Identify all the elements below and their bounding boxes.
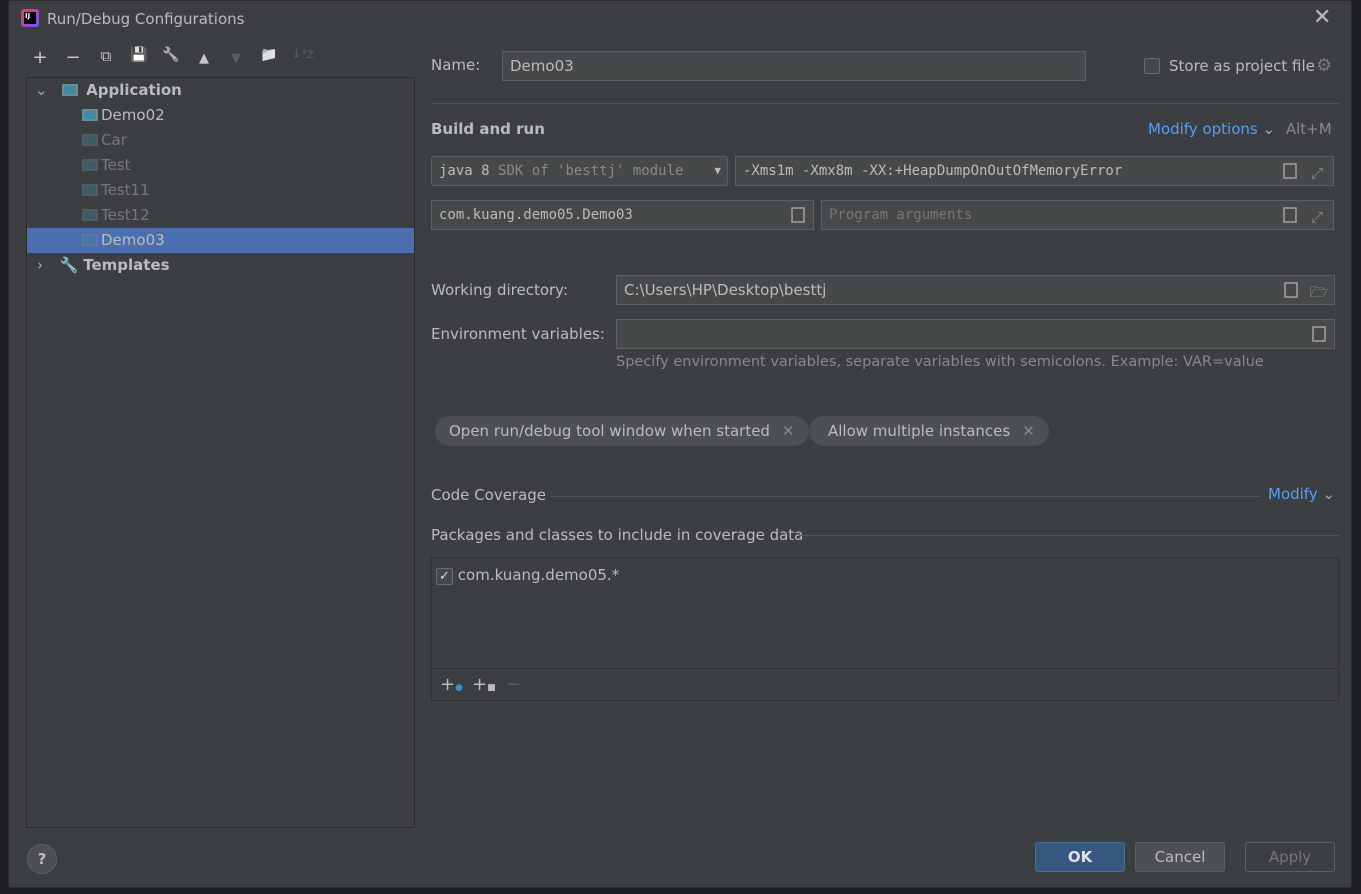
application-config-icon — [82, 134, 98, 146]
application-config-icon — [82, 234, 98, 246]
document-icon[interactable] — [1284, 282, 1298, 298]
close-icon[interactable]: ✕ — [1313, 5, 1331, 30]
remove-package-icon[interactable]: − — [506, 674, 521, 695]
document-icon[interactable] — [1283, 207, 1297, 223]
ok-button[interactable]: OK — [1035, 842, 1125, 872]
wrench-icon: 🔧 — [59, 256, 79, 274]
tree-item-label: Demo02 — [101, 106, 165, 124]
divider — [431, 103, 1339, 104]
vm-options-input[interactable]: -Xms1m -Xmx8m -XX:+HeapDumpOnOutOfMemory… — [735, 156, 1334, 186]
chip-allow-multiple-instances[interactable]: Allow multiple instances ✕ — [809, 416, 1049, 446]
tree-node-label: Application — [86, 81, 182, 99]
modify-options-link[interactable]: Modify options ⌄ Alt+M — [1148, 120, 1332, 138]
add-class-icon[interactable]: +■ — [472, 674, 496, 695]
tree-item-label: Test — [101, 156, 131, 174]
intellij-logo-icon: IJ — [21, 9, 39, 27]
expand-icon[interactable]: ⤢ — [1311, 203, 1323, 231]
copy-icon[interactable]: ⧉ — [95, 47, 117, 65]
move-down-icon[interactable]: ▼ — [225, 51, 247, 66]
dialog-title: Run/Debug Configurations — [47, 10, 245, 28]
application-config-icon — [82, 159, 98, 171]
tree-item-test11[interactable]: Test11 — [27, 178, 414, 203]
list-item[interactable]: ✓ com.kuang.demo05.* — [436, 566, 619, 585]
run-debug-dialog: IJ Run/Debug Configurations ✕ + − ⧉ 💾 🔧 … — [8, 0, 1352, 888]
tree-node-templates[interactable]: › 🔧 Templates — [27, 253, 414, 278]
move-up-icon[interactable]: ▲ — [193, 51, 215, 66]
environment-hint: Specify environment variables, separate … — [616, 354, 1264, 370]
divider — [799, 535, 1339, 536]
application-config-icon — [82, 184, 98, 196]
tree-item-car[interactable]: Car — [27, 128, 414, 153]
application-config-icon — [82, 109, 98, 121]
cancel-button[interactable]: Cancel — [1135, 842, 1225, 872]
remove-configuration-button[interactable]: − — [62, 47, 84, 68]
application-icon — [62, 84, 79, 96]
jre-select[interactable]: java 8 SDK of 'besttj' module ▼ — [431, 156, 728, 186]
edit-env-icon[interactable] — [1312, 326, 1326, 342]
environment-variables-input[interactable] — [616, 319, 1335, 349]
divider — [551, 496, 1261, 497]
coverage-modify-link[interactable]: Modify ⌄ — [1268, 485, 1335, 503]
environment-variables-label: Environment variables: — [431, 325, 605, 343]
browse-class-icon[interactable] — [791, 207, 805, 223]
tree-item-test12[interactable]: Test12 — [27, 203, 414, 228]
new-folder-icon[interactable]: 📁 — [258, 47, 280, 63]
working-directory-input[interactable]: C:\Users\HP\Desktop\besttj 🗁 — [616, 275, 1335, 305]
gear-icon[interactable]: ⚙ — [1316, 55, 1332, 76]
store-project-file-checkbox[interactable] — [1144, 58, 1160, 74]
add-package-icon[interactable]: +● — [440, 674, 463, 695]
tree-item-test[interactable]: Test — [27, 153, 414, 178]
remove-chip-icon[interactable]: ✕ — [1022, 422, 1035, 440]
code-coverage-heading: Code Coverage — [431, 486, 547, 504]
help-button[interactable]: ? — [27, 844, 57, 874]
program-arguments-input[interactable]: Program arguments ⤢ — [821, 200, 1334, 230]
save-icon[interactable]: 💾 — [128, 47, 150, 63]
application-config-icon — [82, 209, 98, 221]
add-configuration-button[interactable]: + — [29, 47, 51, 68]
chevron-down-icon[interactable]: ⌄ — [35, 81, 48, 99]
sort-icon[interactable]: ↓ᵃz — [291, 47, 314, 62]
tree-item-label: Demo03 — [101, 231, 165, 249]
expand-icon[interactable]: ⤢ — [1311, 159, 1323, 187]
tree-node-label: Templates — [83, 256, 170, 274]
build-run-heading: Build and run — [431, 120, 545, 138]
tree-item-label: Test11 — [101, 181, 150, 199]
configuration-tree[interactable]: ⌄ Application Demo02 Car Test Test11 Test12 D… — [26, 77, 415, 828]
name-input[interactable]: Demo03 — [502, 51, 1086, 81]
name-label: Name: — [431, 56, 481, 74]
dropdown-arrow-icon: ▼ — [714, 164, 721, 177]
wrench-icon[interactable]: 🔧 — [160, 47, 182, 63]
tree-item-demo03[interactable]: Demo03 — [27, 228, 414, 253]
document-icon[interactable] — [1283, 163, 1297, 179]
tree-item-label: Car — [101, 131, 127, 149]
folder-icon[interactable]: 🗁 — [1309, 278, 1328, 306]
remove-chip-icon[interactable]: ✕ — [782, 422, 795, 440]
chip-open-tool-window[interactable]: Open run/debug tool window when started ✕ — [435, 416, 809, 446]
store-project-file-label: Store as project file — [1169, 57, 1315, 75]
chevron-right-icon[interactable]: › — [37, 256, 43, 274]
apply-button[interactable]: Apply — [1245, 842, 1335, 872]
packages-heading: Packages and classes to include in cover… — [431, 526, 804, 544]
divider — [432, 668, 1338, 669]
main-class-input[interactable]: com.kuang.demo05.Demo03 — [431, 200, 814, 230]
working-directory-label: Working directory: — [431, 281, 569, 299]
package-checkbox[interactable]: ✓ — [436, 568, 453, 585]
tree-item-label: Test12 — [101, 206, 150, 224]
package-label: com.kuang.demo05.* — [457, 566, 620, 584]
packages-list: ✓ com.kuang.demo05.* +● +■ − — [431, 557, 1339, 701]
tree-item-demo02[interactable]: Demo02 — [27, 103, 414, 128]
tree-node-application[interactable]: ⌄ Application — [27, 78, 414, 103]
